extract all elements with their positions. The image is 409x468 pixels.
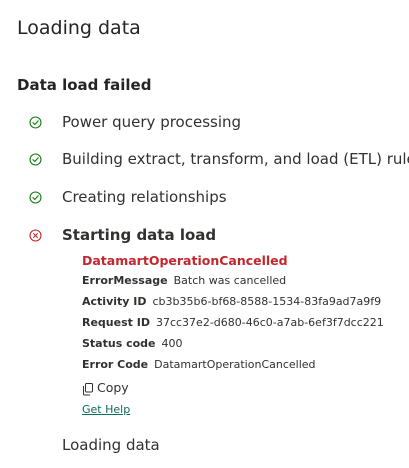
detail-row-error-code: Error Code DatamartOperationCancelled	[82, 354, 402, 375]
step-loading-data: Loading data	[62, 436, 160, 454]
check-circle-icon	[29, 152, 42, 166]
step-relationships: Creating relationships	[29, 186, 227, 208]
check-circle-icon	[29, 115, 42, 129]
copy-button[interactable]: Copy	[82, 376, 402, 398]
detail-key: ErrorMessage	[82, 274, 168, 287]
copy-icon	[82, 381, 94, 395]
step-label: Starting data load	[62, 226, 217, 244]
detail-value: cb3b35b6-bf68-8588-1534-83fa9ad7a9f9	[152, 295, 382, 308]
detail-row-activity-id: Activity ID cb3b35b6-bf68-8588-1534-83fa9…	[82, 291, 402, 312]
detail-key: Error Code	[82, 358, 149, 371]
detail-key: Activity ID	[82, 295, 147, 308]
step-power-query: Power query processing	[29, 111, 241, 133]
error-title: DatamartOperationCancelled	[82, 253, 288, 268]
detail-value: Batch was cancelled	[173, 274, 287, 287]
step-starting-data-load: Starting data load	[29, 224, 216, 246]
detail-row-error-message: ErrorMessage Batch was cancelled	[82, 270, 402, 291]
detail-value: 37cc37e2-d680-46c0-a7ab-6ef3f7dcc221	[155, 316, 384, 329]
detail-row-status-code: Status code 400	[82, 333, 402, 354]
detail-value: 400	[161, 337, 183, 350]
copy-label: Copy	[97, 379, 129, 395]
detail-key: Status code	[82, 337, 156, 350]
error-details: DatamartOperationCancelled ErrorMessage B…	[82, 252, 402, 420]
page-title: Loading data	[17, 17, 141, 39]
step-label: Power query processing	[62, 113, 242, 131]
step-etl-rules: Building extract, transform, and load (E…	[29, 148, 409, 170]
step-label: Creating relationships	[62, 188, 227, 206]
error-circle-icon	[29, 228, 42, 242]
get-help-link[interactable]: Get Help	[82, 400, 130, 420]
step-label: Building extract, transform, and load (E…	[62, 150, 409, 168]
detail-value: DatamartOperationCancelled	[154, 358, 316, 371]
detail-key: Request ID	[82, 316, 150, 329]
detail-row-request-id: Request ID 37cc37e2-d680-46c0-a7ab-6ef3f7…	[82, 312, 402, 333]
status-heading: Data load failed	[17, 76, 152, 94]
check-circle-icon	[29, 190, 42, 204]
